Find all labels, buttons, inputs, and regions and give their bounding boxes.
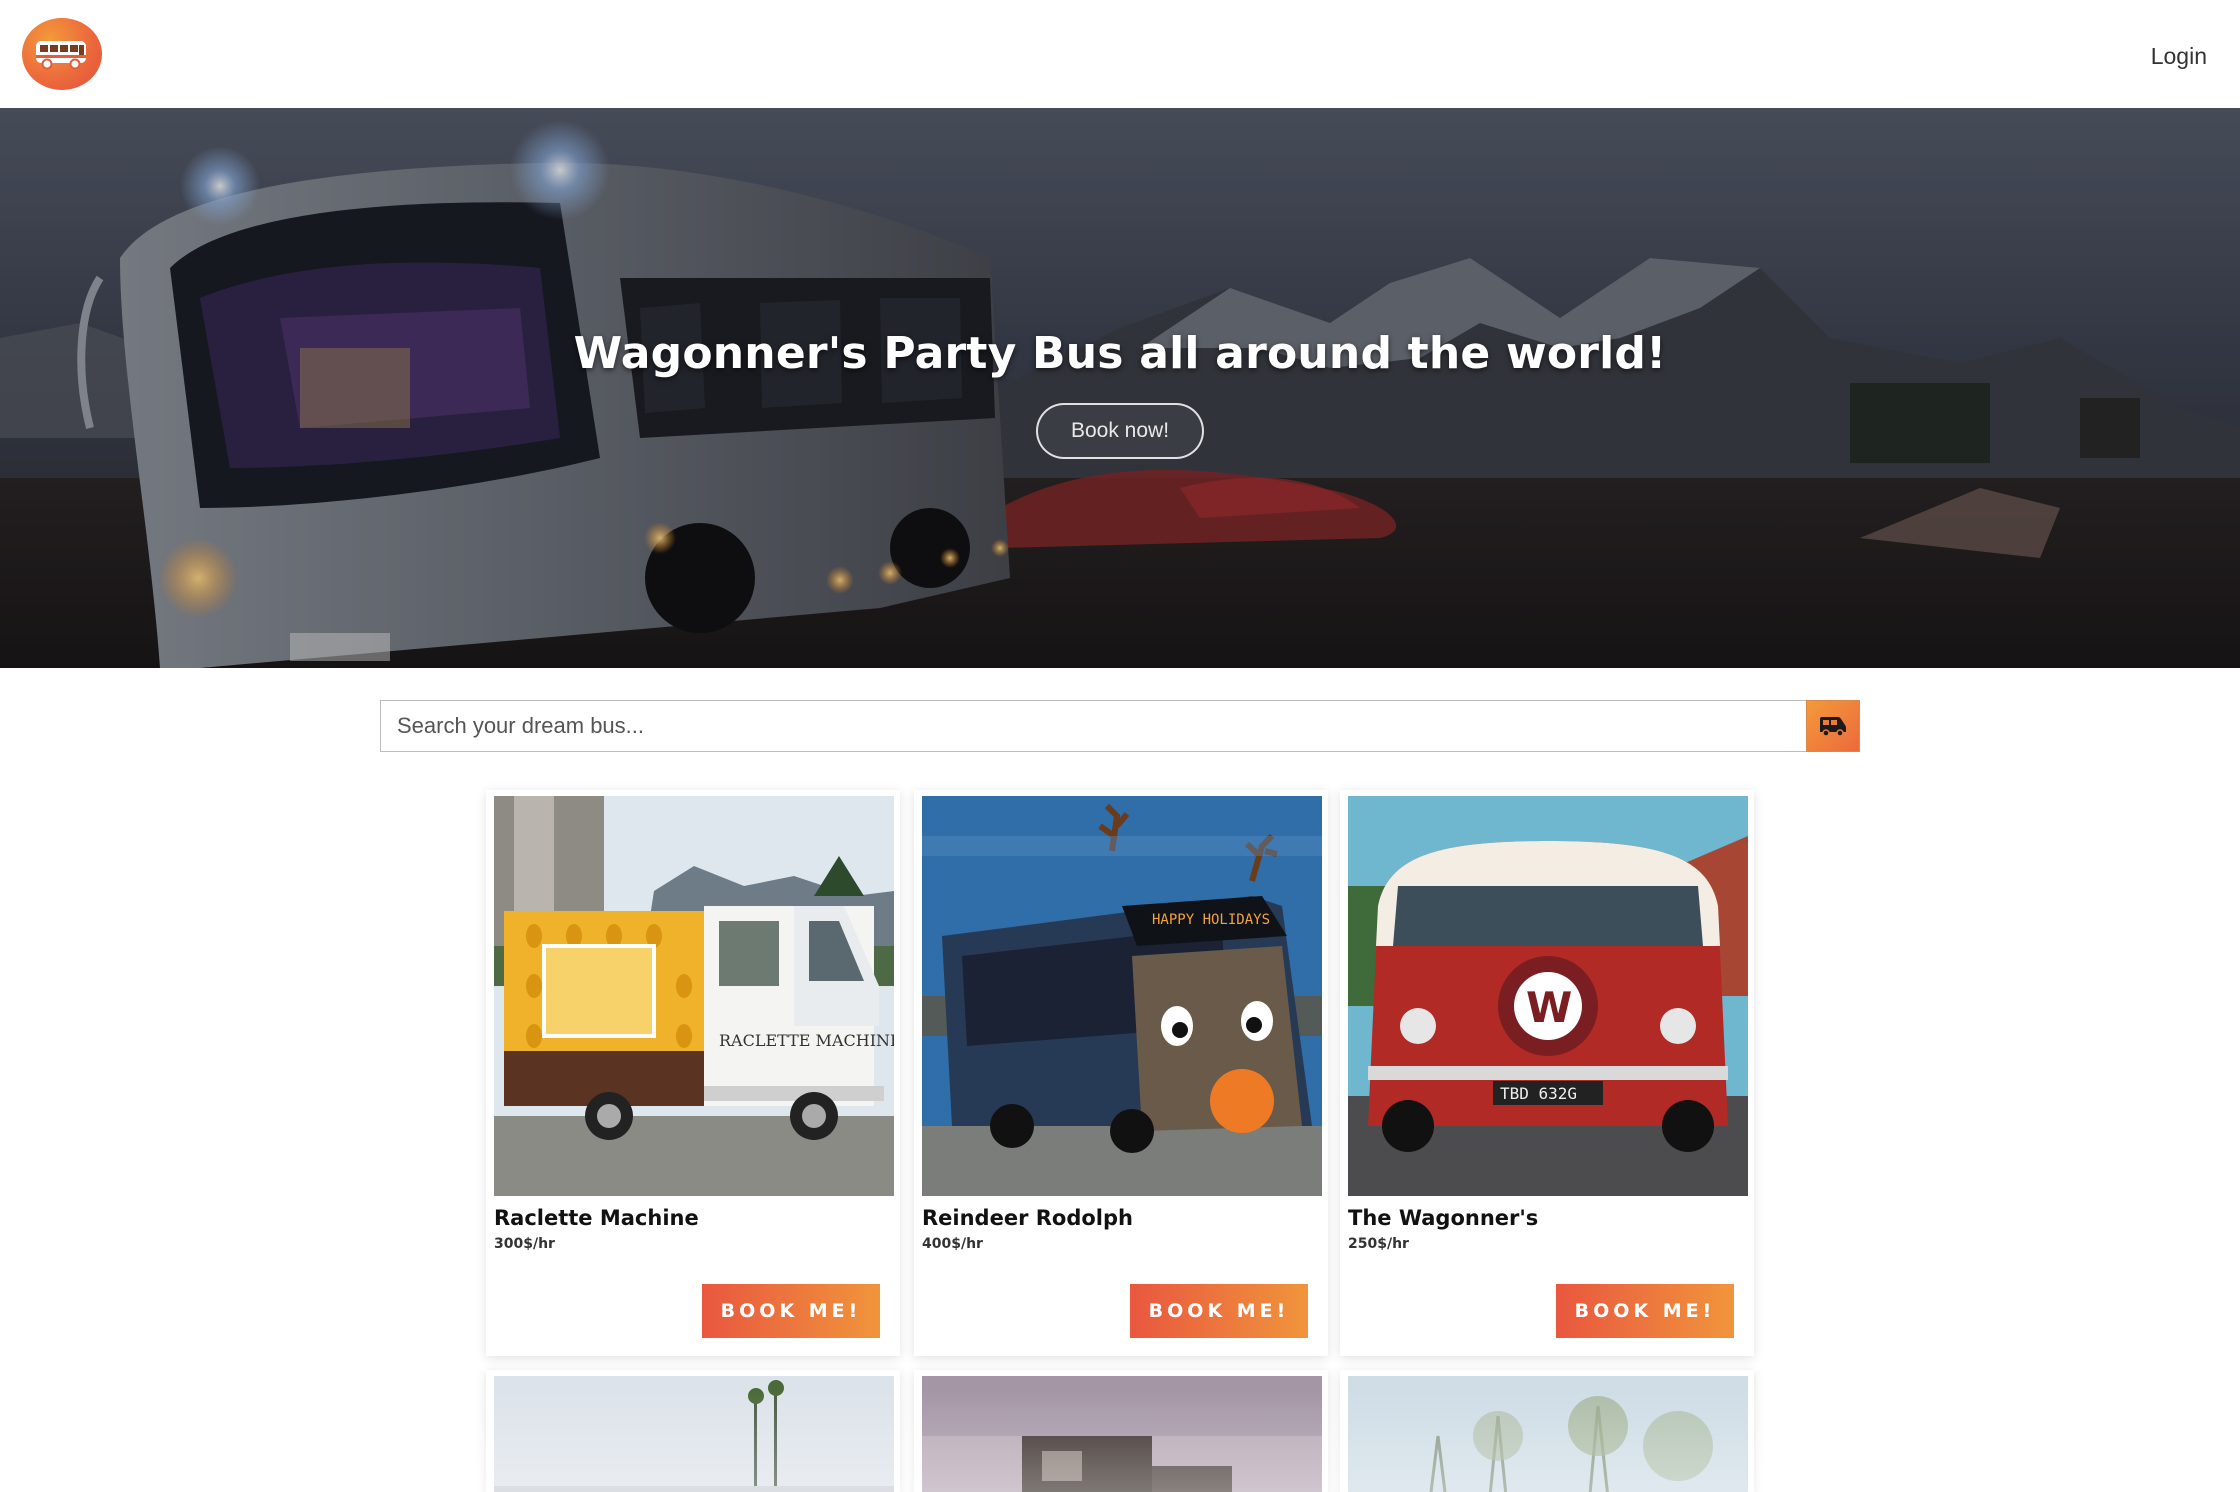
bus-name: The Wagonner's [1348, 1206, 1539, 1230]
bus-card: RACLETTE MACHINE Raclette Machine 300$/h… [486, 790, 900, 1356]
hero-banner: Wagonner's Party Bus all around the worl… [0, 108, 2240, 668]
bus-icon [1820, 717, 1846, 737]
book-now-button[interactable]: Book now! [1036, 402, 1204, 459]
bus-name: Reindeer Rodolph [922, 1206, 1133, 1230]
book-me-button[interactable]: BOOK ME! [1130, 1284, 1308, 1338]
bus-name: Raclette Machine [494, 1206, 699, 1230]
bus-price: 400$/hr [922, 1236, 983, 1252]
bus-card: HAPPY HOLIDAYS Reindeer Rodolph 400$/hr … [914, 790, 1328, 1356]
svg-text:HAPPY HOLIDAYS: HAPPY HOLIDAYS [1152, 912, 1270, 928]
brand-logo[interactable] [22, 18, 102, 90]
search-button[interactable] [1806, 700, 1860, 752]
search-input[interactable] [380, 700, 1806, 752]
book-me-button[interactable]: BOOK ME! [1556, 1284, 1734, 1338]
svg-text:TBD 632G: TBD 632G [1500, 1084, 1577, 1103]
bus-card [914, 1370, 1328, 1492]
bus-photo-the-wagonners[interactable]: W TBD 632G [1348, 796, 1748, 1196]
bus-card [486, 1370, 900, 1492]
bus-logo-icon [36, 41, 86, 70]
bus-photo-raclette-machine[interactable]: RACLETTE MACHINE [494, 796, 894, 1196]
bus-photo[interactable] [494, 1376, 894, 1492]
bus-card [1340, 1370, 1754, 1492]
bus-photo[interactable] [922, 1376, 1322, 1492]
search-bar [380, 700, 1860, 752]
bus-photo[interactable] [1348, 1376, 1748, 1492]
bus-price: 250$/hr [1348, 1236, 1409, 1252]
bus-photo-reindeer-rodolph[interactable]: HAPPY HOLIDAYS [922, 796, 1322, 1196]
login-link[interactable]: Login [2151, 43, 2207, 70]
svg-text:RACLETTE MACHINE: RACLETTE MACHINE [719, 1031, 894, 1050]
navbar: Login [0, 0, 2240, 108]
svg-text:W: W [1526, 983, 1572, 1032]
hero-title: Wagonner's Party Bus all around the worl… [573, 327, 1667, 379]
book-me-button[interactable]: BOOK ME! [702, 1284, 880, 1338]
hero-content: Wagonner's Party Bus all around the worl… [0, 108, 2240, 668]
bus-price: 300$/hr [494, 1236, 555, 1252]
bus-card: W TBD 632G The Wagonner's 250$/hr BOOK M… [1340, 790, 1754, 1356]
